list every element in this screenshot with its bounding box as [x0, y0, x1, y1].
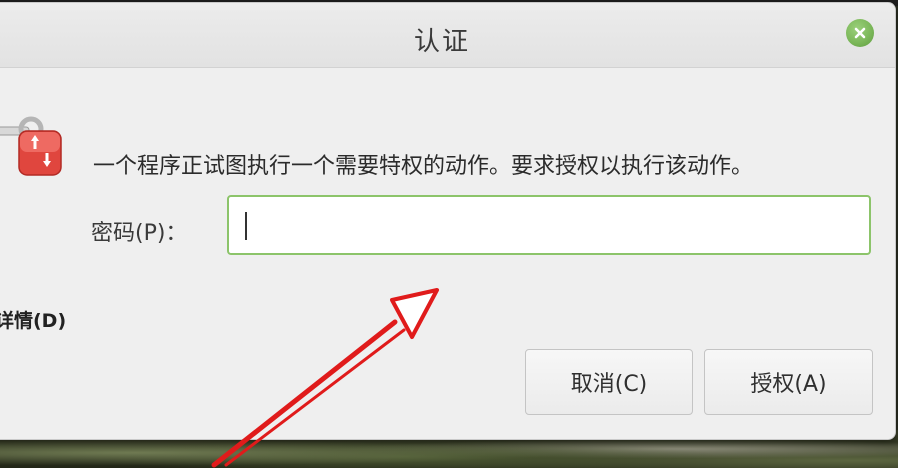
cancel-button[interactable]: 取消(C) — [525, 349, 693, 415]
password-field[interactable] — [227, 195, 871, 255]
password-label: 密码(P)： — [91, 221, 188, 246]
authorize-button[interactable]: 授权(A) — [704, 349, 873, 415]
dialog-titlebar: 认证 — [0, 3, 895, 68]
close-button[interactable] — [846, 19, 874, 47]
text-cursor — [245, 212, 247, 240]
details-expander[interactable]: 详情(D) — [0, 306, 66, 333]
dialog-title: 认证 — [413, 27, 470, 57]
authentication-dialog: 认证 一个程序正试图执行一个需要特权的动作。要求授权以执行该动作。 密码(P)：… — [0, 2, 896, 440]
auth-message: 一个程序正试图执行一个需要特权的动作。要求授权以执行该动作。 — [93, 154, 754, 179]
key-lock-icon — [0, 111, 69, 181]
close-icon — [854, 27, 866, 39]
